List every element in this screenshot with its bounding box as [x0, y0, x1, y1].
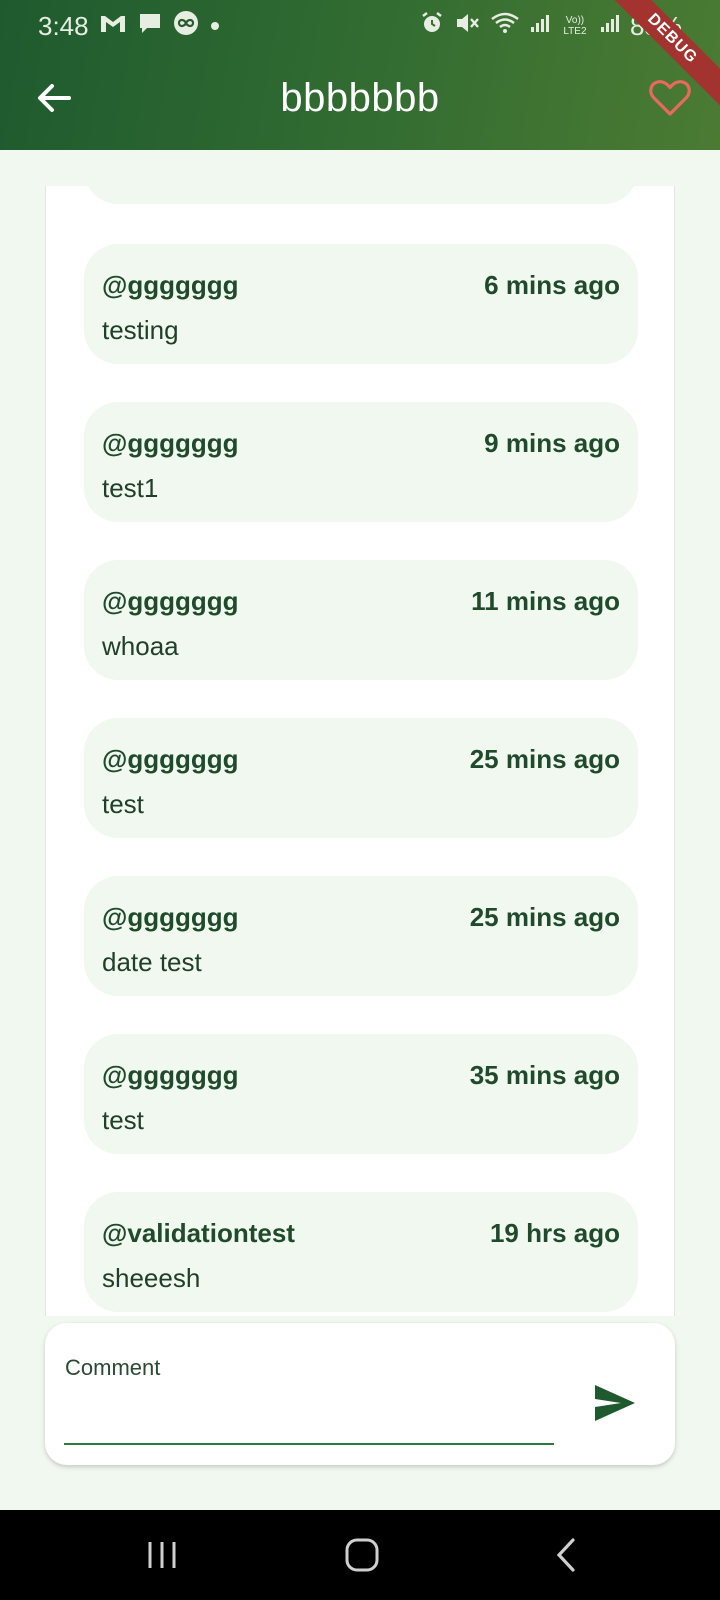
home-button[interactable] — [332, 1530, 392, 1580]
comment-username[interactable]: @ggggggg — [102, 1060, 239, 1091]
comment-username[interactable]: @ggggggg — [102, 744, 239, 775]
comment-card: @ggggggg 25 mins ago test — [84, 718, 638, 838]
signal-icon — [600, 12, 620, 40]
arrow-left-icon — [38, 84, 71, 112]
messages-icon — [137, 11, 163, 41]
signal-icon — [530, 12, 550, 40]
comment-username[interactable]: @ggggggg — [102, 270, 239, 301]
back-button[interactable] — [28, 72, 80, 124]
page-title: bbbbbbb — [280, 75, 440, 120]
comment-card: @ggggggg 9 mins ago test1 — [84, 402, 638, 522]
heart-outline-icon — [649, 80, 691, 116]
comment-card: @ggggggg 6 mins ago testing — [84, 244, 638, 364]
comment-card: @validationtest 19 hrs ago sheeesh — [84, 1192, 638, 1312]
comment-text: sheeesh — [102, 1263, 201, 1293]
input-underline — [64, 1443, 554, 1445]
wifi-icon — [490, 11, 520, 41]
nav-back-button[interactable] — [536, 1530, 596, 1580]
status-bar: 3:48 Vo)) LTE2 — [0, 0, 720, 52]
comment-card: @ggggggg 25 mins ago date test — [84, 876, 638, 996]
recents-button[interactable] — [132, 1530, 192, 1580]
back-icon — [556, 1538, 575, 1572]
comment-username[interactable]: @validationtest — [102, 1218, 295, 1249]
comment-text: date test — [102, 947, 202, 977]
comment-timestamp: 25 mins ago — [469, 744, 620, 774]
comment-text: test1 — [102, 473, 159, 503]
comment-username[interactable]: @ggggggg — [102, 586, 239, 617]
comment-timestamp: 19 hrs ago — [489, 1218, 620, 1248]
comments-list[interactable]: @ggggggg 6 mins ago testing @ggggggg 9 m… — [45, 186, 675, 1316]
comment-input-card: Comment — [45, 1323, 675, 1465]
comment-text: testing — [102, 315, 179, 345]
status-left: 3:48 — [38, 10, 221, 42]
comment-username[interactable]: @ggggggg — [102, 902, 239, 933]
comment-card: @ggggggg 11 mins ago whoaa — [84, 560, 638, 680]
send-icon — [595, 1385, 635, 1421]
comment-timestamp: 6 mins ago — [484, 270, 620, 300]
comment-timestamp: 35 mins ago — [469, 1060, 620, 1090]
app-bar: bbbbbbb — [0, 52, 720, 144]
system-nav-bar — [0, 1510, 720, 1600]
favorite-button[interactable] — [644, 72, 696, 124]
comment-card-partial — [84, 186, 638, 204]
mute-icon — [454, 11, 480, 41]
comment-timestamp: 25 mins ago — [469, 902, 620, 932]
infinity-icon — [173, 10, 199, 42]
comment-username[interactable]: @ggggggg — [102, 428, 239, 459]
comment-text: test — [102, 1105, 144, 1135]
gmail-icon — [99, 12, 127, 40]
comment-input[interactable] — [64, 1385, 554, 1425]
alarm-icon — [420, 11, 444, 41]
comment-text: whoaa — [102, 631, 179, 661]
recents-icon — [148, 1542, 176, 1568]
dot-icon — [209, 15, 221, 38]
status-time: 3:48 — [38, 10, 89, 41]
app-header: 3:48 Vo)) LTE2 bbbbbbb DEBUG — [0, 0, 720, 150]
send-button[interactable] — [585, 1373, 645, 1433]
home-icon — [345, 1538, 379, 1572]
volte-icon: Vo)) LTE2 — [563, 15, 587, 37]
comment-timestamp: 9 mins ago — [484, 428, 620, 458]
comment-timestamp: 11 mins ago — [471, 586, 620, 616]
comment-input-label: Comment — [65, 1355, 161, 1380]
comment-text: test — [102, 789, 144, 819]
comment-card: @ggggggg 35 mins ago test — [84, 1034, 638, 1154]
